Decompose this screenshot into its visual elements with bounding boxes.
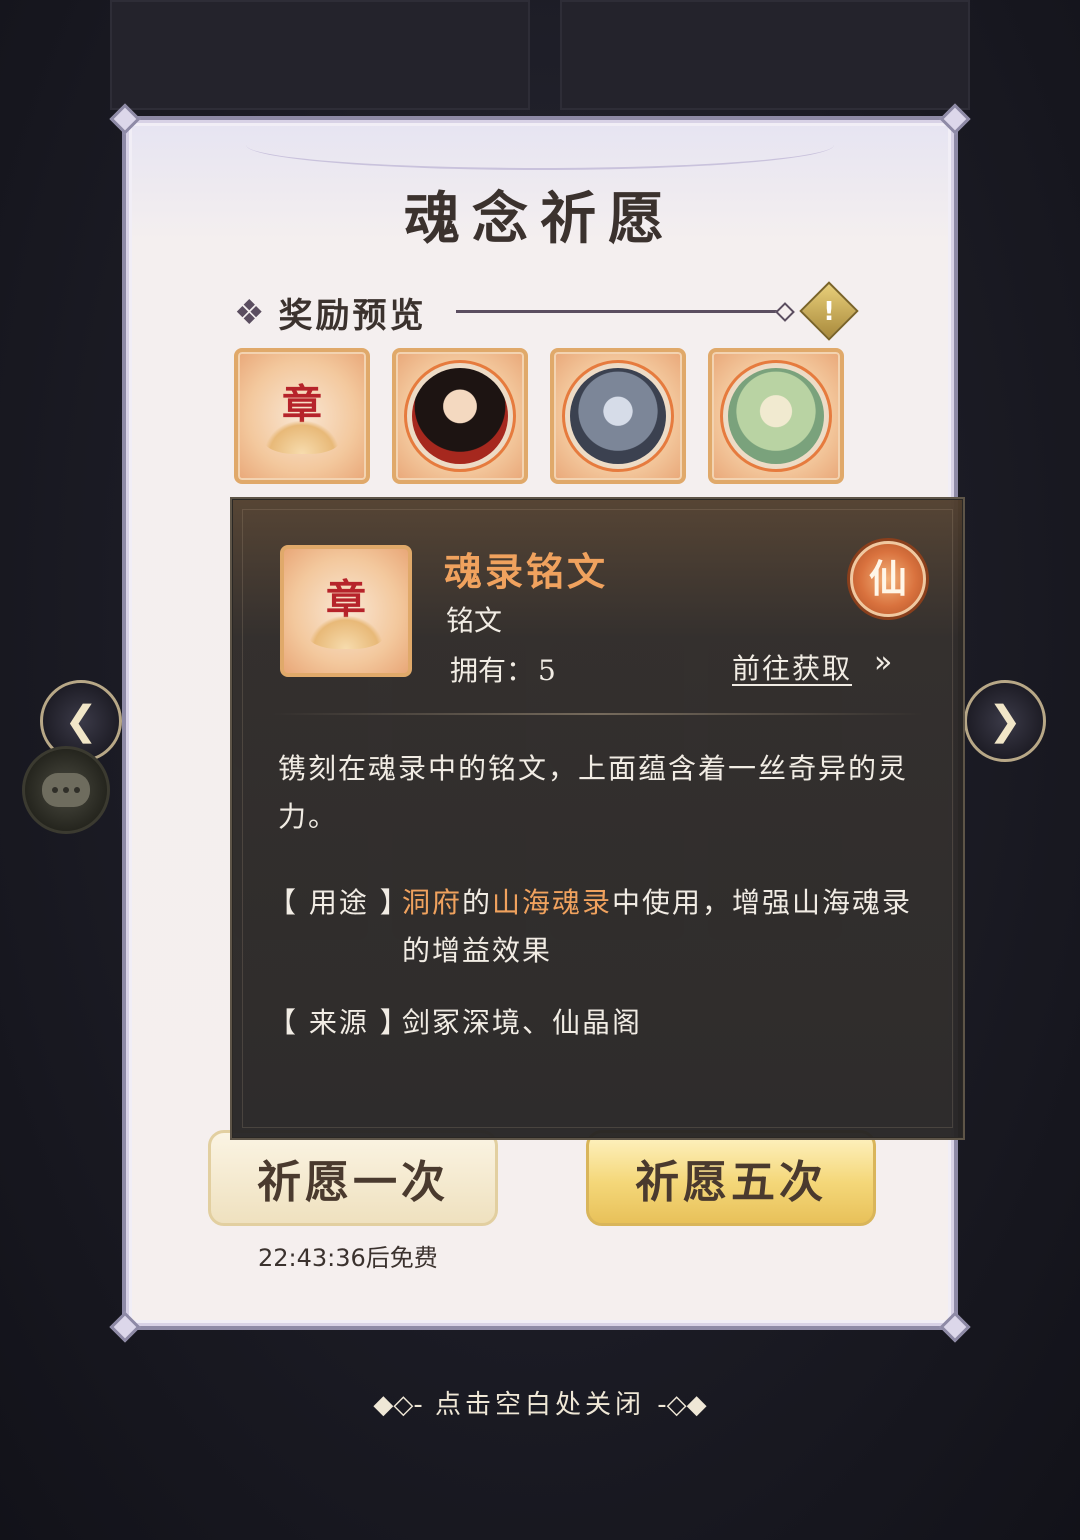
- background-panel-left: [110, 0, 530, 110]
- item-source: 【 来源 】 剑冢深境、仙晶阁: [268, 999, 932, 1047]
- double-chevron-right-icon[interactable]: »: [874, 645, 892, 680]
- usage-label: 【 用途 】: [268, 886, 410, 919]
- owned-label: 拥有：: [450, 654, 535, 687]
- reward-item-portrait[interactable]: [550, 348, 686, 484]
- diamond-icon: ❖: [234, 292, 265, 333]
- corner-ornament: [109, 1311, 141, 1343]
- ornament-left: ◆◇-: [373, 1390, 423, 1420]
- chat-icon: [42, 773, 90, 807]
- exclamation-icon: !: [823, 297, 835, 327]
- item-tooltip: 章 魂录铭文 铭文 拥有： 5 前往获取 » 仙 镌刻在魂录中的铭文，上面蕴含着一…: [230, 497, 965, 1140]
- chevron-left-icon: ❮: [64, 698, 98, 744]
- reward-item-inscription[interactable]: 章: [234, 348, 370, 484]
- source-value: 剑冢深境、仙晶阁: [402, 1006, 643, 1039]
- reward-item-portrait[interactable]: [392, 348, 528, 484]
- character-portrait: [570, 368, 666, 464]
- chat-button[interactable]: [22, 746, 110, 834]
- tooltip-item-icon: 章: [280, 545, 412, 677]
- info-icon[interactable]: !: [799, 281, 859, 341]
- ornament-right: -◇◆: [657, 1390, 707, 1420]
- reward-preview-header: ❖ 奖励预览: [234, 288, 426, 337]
- reward-list: 章: [234, 348, 844, 484]
- character-portrait: [728, 368, 824, 464]
- item-type: 铭文: [446, 604, 503, 637]
- chevron-right-icon: ❯: [988, 698, 1022, 744]
- item-usage: 【 用途 】 洞府的山海魂录中使用，增强山海魂录的增益效果: [268, 879, 932, 975]
- owned-count: 5: [538, 654, 556, 687]
- reward-preview-label: 奖励预览: [278, 296, 427, 336]
- usage-value: 洞府的山海魂录中使用，增强山海魂录的增益效果: [402, 886, 913, 967]
- divider: [456, 310, 786, 313]
- close-hint-label: 点击空白处关闭: [434, 1390, 645, 1420]
- close-hint[interactable]: ◆◇- 点击空白处关闭 -◇◆: [0, 1384, 1080, 1421]
- item-description: 镌刻在魂录中的铭文，上面蕴含着一丝奇异的灵力。: [278, 752, 909, 833]
- title-ornament: [246, 120, 834, 170]
- background-panel-right: [560, 0, 970, 110]
- item-name: 魂录铭文: [444, 549, 609, 594]
- wish-once-button[interactable]: 祈愿一次: [208, 1130, 498, 1226]
- page-title: 魂念祈愿: [404, 186, 676, 252]
- go-obtain-link[interactable]: 前往获取: [732, 647, 852, 687]
- divider: [272, 713, 923, 715]
- wish-five-button[interactable]: 祈愿五次: [586, 1130, 876, 1226]
- inscription-lotus-icon: 章: [298, 563, 394, 659]
- corner-ornament: [939, 1311, 971, 1343]
- rank-badge: 仙: [850, 541, 926, 617]
- item-owned: 拥有： 5: [446, 649, 556, 689]
- free-timer: 22:43:36后免费: [258, 1244, 438, 1272]
- inscription-lotus-icon: 章: [254, 368, 350, 464]
- character-portrait: [412, 368, 508, 464]
- source-label: 【 来源 】: [268, 1006, 410, 1039]
- reward-item-portrait[interactable]: [708, 348, 844, 484]
- next-arrow-button[interactable]: ❯: [964, 680, 1046, 762]
